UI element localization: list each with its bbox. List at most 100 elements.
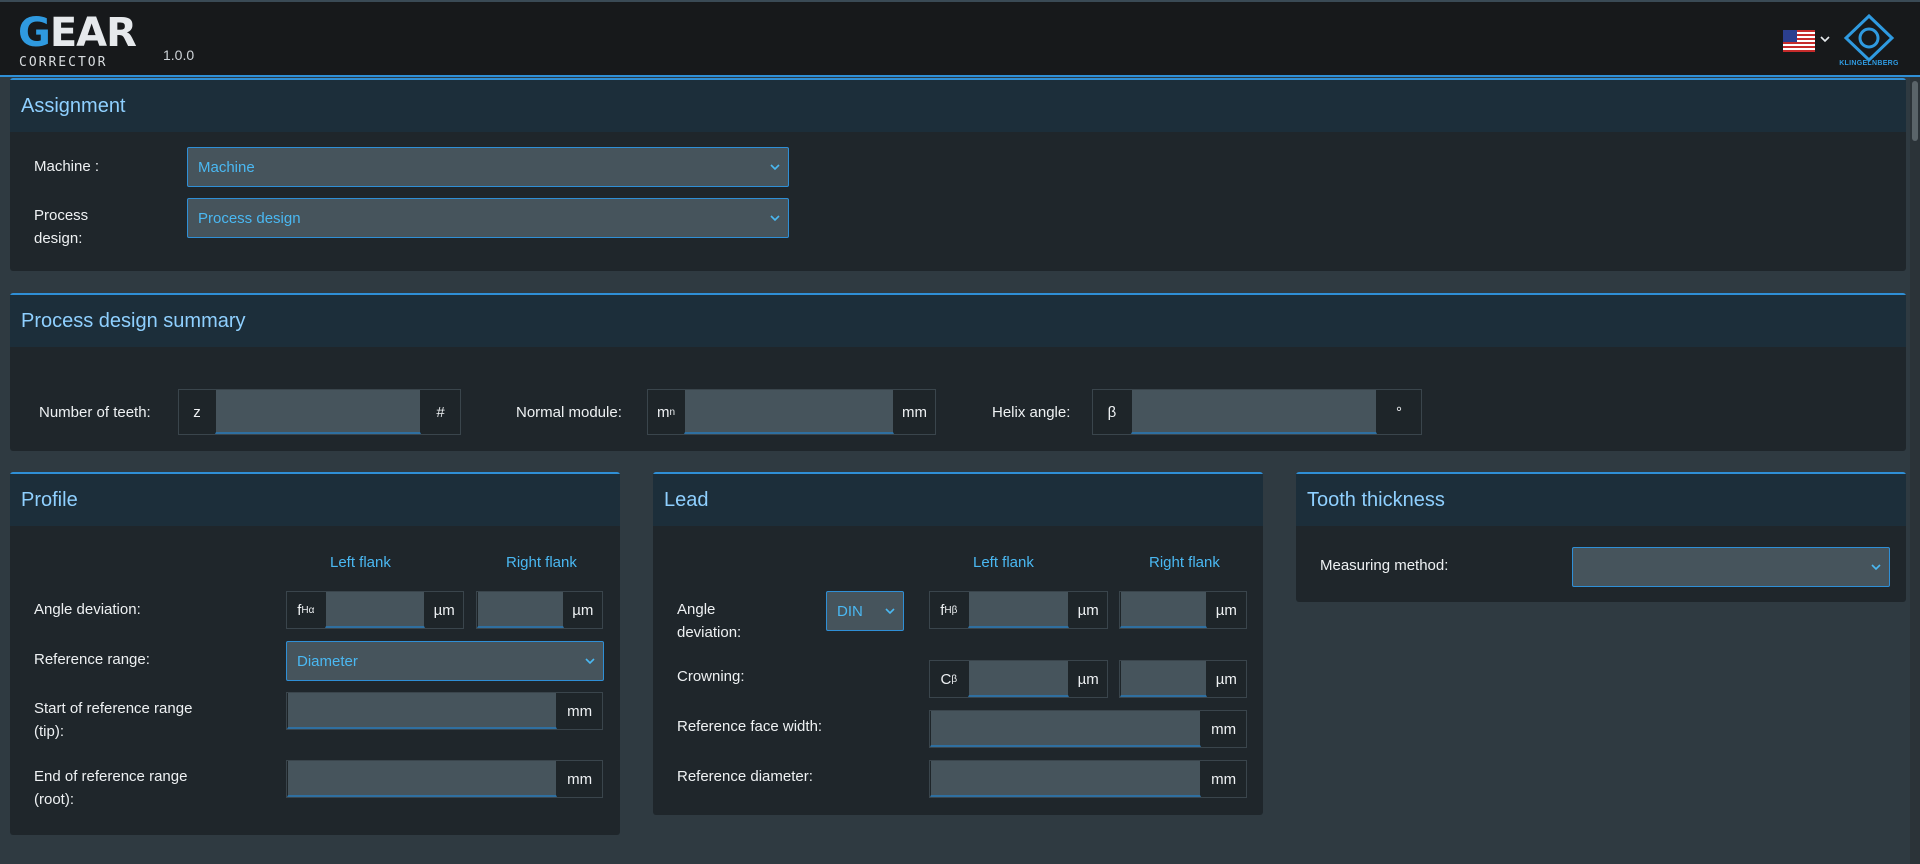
process-design-label-line2: design: [34,230,83,247]
module-label: Normal module: [516,404,622,421]
crowning-right-input[interactable] [1120,661,1207,697]
crowning-right-group: µm [1119,660,1247,698]
scrollbar-thumb[interactable] [1912,81,1918,141]
helix-label: Helix angle: [992,404,1071,421]
face-width-unit: mm [1201,711,1246,747]
profile-title: Profile [10,474,620,526]
module-input[interactable] [684,390,894,434]
module-prefix: mn [648,390,684,434]
crowning-left-unit: µm [1069,661,1108,697]
process-design-select[interactable]: Process design [187,198,789,238]
start-reference-label-line2: (tip): [34,723,64,740]
process-design-label: Process design: [34,204,88,250]
process-design-label-line1: Process [34,207,89,224]
profile-angle-prefix-sub: Hα [301,604,315,616]
lead-panel: Lead Left flank Right flank Angle deviat… [653,472,1263,815]
profile-angle-left-group: f Hα µm [286,591,464,629]
machine-select-value: Machine [198,158,255,176]
teeth-prefix: z [179,390,215,434]
end-reference-label-line2: (root): [34,791,75,808]
helix-input-group: β ° [1092,389,1422,435]
lead-angle-left-group: f Hβ µm [929,591,1108,629]
start-reference-group: mm [286,692,603,730]
chevron-down-icon [585,658,595,665]
teeth-input[interactable] [215,390,421,434]
face-width-label: Reference face width: [677,718,823,735]
chevron-down-icon[interactable] [1820,34,1830,44]
lead-angle-label: Angle deviation: [677,598,741,644]
app-logo: GEAR CORRECTOR [18,10,178,70]
module-prefix-sub: n [669,406,676,418]
profile-angle-label: Angle deviation: [34,601,141,618]
profile-angle-right-unit: µm [563,592,602,628]
reference-range-value: Diameter [297,652,358,670]
teeth-label: Number of teeth: [39,404,151,421]
profile-angle-left-unit: µm [425,592,463,628]
chevron-down-icon [770,164,780,171]
profile-angle-prefix: f Hα [287,592,325,628]
process-design-select-value: Process design [198,209,301,227]
crowning-prefix-base: C [940,670,952,688]
face-width-input[interactable] [930,711,1202,747]
end-reference-label-line1: End of reference range [34,768,188,785]
teeth-suffix: # [421,390,460,434]
start-reference-unit: mm [557,693,602,729]
reference-diameter-unit: mm [1201,761,1246,797]
standard-select-value: DIN [837,602,863,620]
lead-angle-prefix-sub: Hβ [944,604,958,616]
lead-right-flank-heading: Right flank [1149,554,1220,571]
crowning-label: Crowning: [677,668,745,685]
page-scrollbar[interactable] [1910,77,1920,864]
lead-angle-right-unit: µm [1206,592,1246,628]
tooth-thickness-title: Tooth thickness [1296,474,1906,526]
start-reference-label: Start of reference range (tip): [34,697,192,743]
profile-angle-right-input[interactable] [477,592,564,628]
helix-suffix: ° [1377,390,1421,434]
helix-prefix: β [1093,390,1131,434]
start-reference-input[interactable] [287,693,558,729]
profile-right-flank-heading: Right flank [506,554,577,571]
app-version: 1.0.0 [163,47,195,63]
end-reference-group: mm [286,760,603,798]
crowning-left-group: Cβ µm [929,660,1108,698]
start-reference-label-line1: Start of reference range [34,700,193,717]
lead-angle-label-line1: Angle [677,601,716,618]
chevron-down-icon [770,215,780,222]
lead-angle-right-group: µm [1119,591,1247,629]
teeth-input-group: z # [178,389,461,435]
lead-angle-right-input[interactable] [1120,592,1207,628]
measuring-method-select[interactable] [1572,547,1890,587]
tooth-thickness-panel: Tooth thickness Measuring method: [1296,472,1906,602]
profile-angle-left-input[interactable] [324,592,426,628]
helix-input[interactable] [1131,390,1377,434]
chevron-down-icon [1871,564,1881,571]
machine-select[interactable]: Machine [187,147,789,187]
end-reference-input[interactable] [287,761,558,797]
profile-panel: Profile Left flank Right flank Angle dev… [10,472,620,835]
summary-panel: Process design summary Number of teeth: … [10,293,1906,451]
brand-logo: KLINGELNBERG [1834,13,1904,72]
reference-range-select[interactable]: Diameter [286,641,604,681]
app-header: GEAR CORRECTOR 1.0.0 KLINGELNBERG [0,0,1920,77]
measuring-method-label: Measuring method: [1320,557,1449,574]
assignment-panel: Assignment Machine : Machine Process des… [10,78,1906,271]
profile-angle-right-group: µm [476,591,603,629]
standard-select[interactable]: DIN [826,591,904,631]
reference-diameter-group: mm [929,760,1247,798]
module-prefix-base: m [656,403,670,421]
crowning-prefix: Cβ [930,661,968,697]
us-flag-icon[interactable] [1783,30,1815,52]
logo-gear-text: GEAR [18,10,137,56]
profile-left-flank-heading: Left flank [330,554,391,571]
lead-angle-prefix: f Hβ [930,592,968,628]
reference-diameter-label: Reference diameter: [677,768,813,785]
brand-name: KLINGELNBERG [1839,60,1899,67]
end-reference-label: End of reference range (root): [34,765,187,811]
crowning-right-unit: µm [1206,661,1246,697]
lead-angle-left-input[interactable] [967,592,1070,628]
crowning-left-input[interactable] [967,661,1070,697]
reference-diameter-input[interactable] [930,761,1202,797]
crowning-prefix-sub: β [951,673,958,685]
face-width-group: mm [929,710,1247,748]
lead-title: Lead [653,474,1263,526]
